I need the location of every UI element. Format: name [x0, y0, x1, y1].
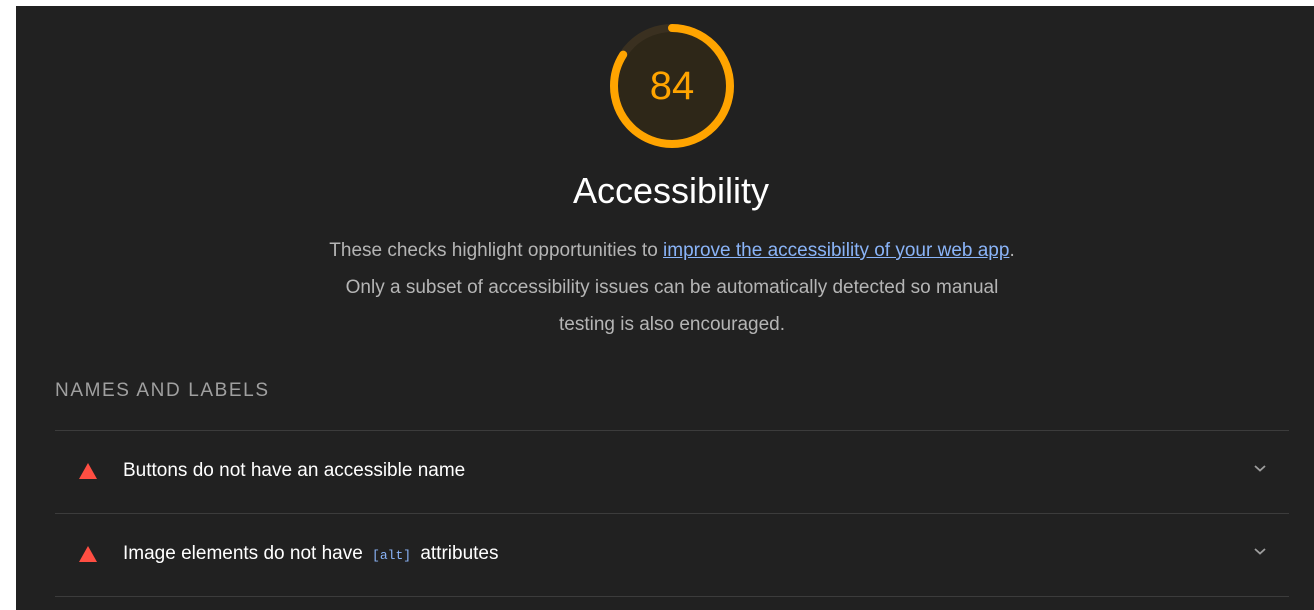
- audit-text-after: attributes: [415, 543, 499, 564]
- report-panel: 84 Accessibility These checks highlight …: [16, 6, 1314, 610]
- accessibility-link[interactable]: improve the accessibility of your web ap…: [663, 240, 1009, 261]
- score-gauge[interactable]: 84: [604, 18, 740, 154]
- audit-title: Buttons do not have an accessible name: [123, 460, 466, 481]
- category-description: These checks highlight opportunities to …: [316, 232, 1028, 343]
- description-text-before: These checks highlight opportunities to: [329, 240, 664, 261]
- group-title: NAMES AND LABELS: [55, 380, 270, 401]
- audit-title: Image elements do not have [alt] attribu…: [123, 543, 499, 565]
- audit-row-button-name[interactable]: Buttons do not have an accessible name: [55, 431, 1289, 513]
- alt-code: [alt]: [372, 548, 412, 563]
- chevron-down-icon[interactable]: [1253, 463, 1267, 473]
- audit-text-before: Image elements do not have: [123, 543, 369, 564]
- chevron-down-icon[interactable]: [1253, 546, 1267, 556]
- fail-triangle-icon: [79, 463, 97, 479]
- category-title: Accessibility: [572, 170, 770, 211]
- divider: [55, 596, 1289, 597]
- score-value: 84: [649, 64, 695, 108]
- fail-triangle-icon: [79, 546, 97, 562]
- audit-row-image-alt[interactable]: Image elements do not have [alt] attribu…: [55, 514, 1289, 596]
